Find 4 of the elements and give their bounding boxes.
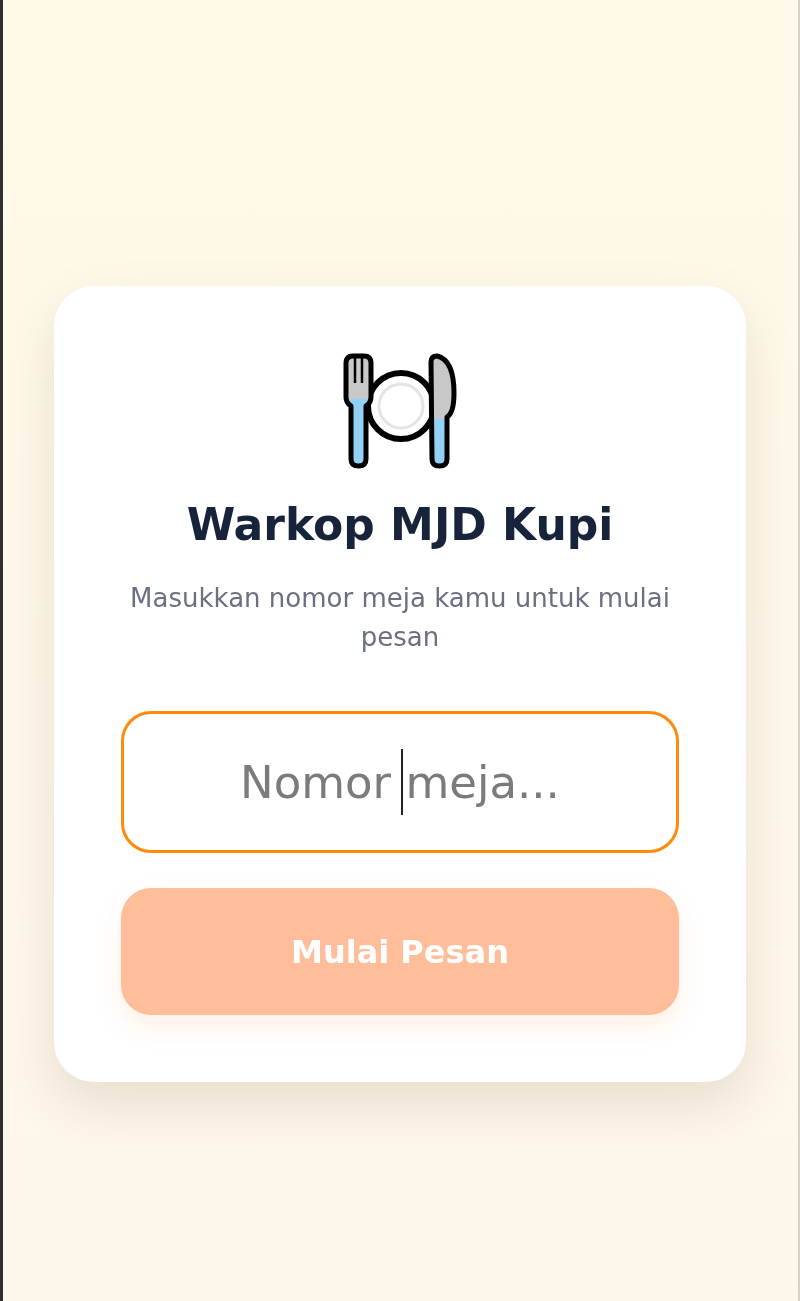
- app-title: Warkop MJD Kupi: [186, 498, 614, 552]
- fork-knife-plate-icon: [342, 353, 458, 469]
- table-number-field[interactable]: Nomor meja...: [121, 711, 679, 853]
- instruction-text: Masukkan nomor meja kamu untuk mulai pesan: [129, 582, 671, 654]
